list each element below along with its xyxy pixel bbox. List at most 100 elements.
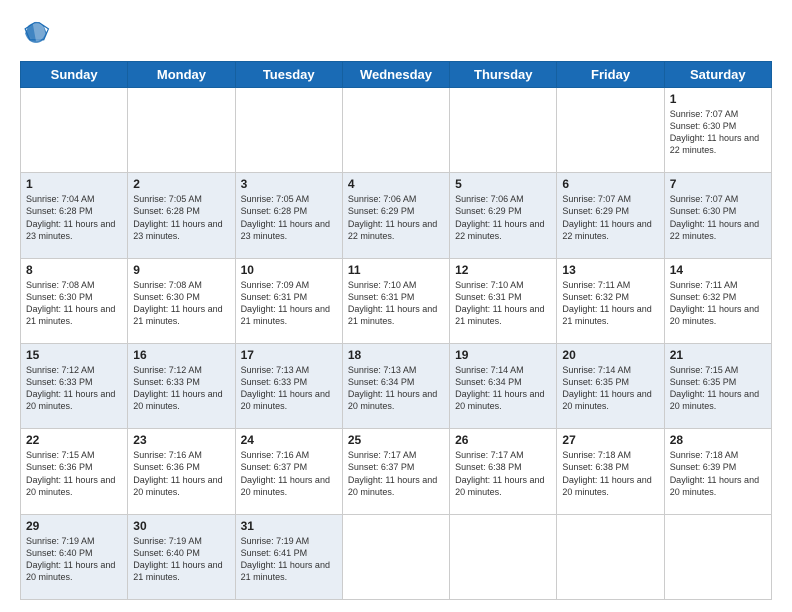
calendar-cell: [557, 88, 664, 173]
day-number: 23: [133, 433, 229, 447]
calendar-cell: 25 Sunrise: 7:17 AMSunset: 6:37 PMDaylig…: [342, 429, 449, 514]
calendar-cell: 8 Sunrise: 7:08 AMSunset: 6:30 PMDayligh…: [21, 258, 128, 343]
day-info: Sunrise: 7:18 AMSunset: 6:38 PMDaylight:…: [562, 449, 658, 498]
day-info: Sunrise: 7:17 AMSunset: 6:37 PMDaylight:…: [348, 449, 444, 498]
day-number: 27: [562, 433, 658, 447]
calendar-cell: 1 Sunrise: 7:07 AMSunset: 6:30 PMDayligh…: [664, 88, 771, 173]
calendar-cell: 5 Sunrise: 7:06 AMSunset: 6:29 PMDayligh…: [450, 173, 557, 258]
calendar-cell: 9 Sunrise: 7:08 AMSunset: 6:30 PMDayligh…: [128, 258, 235, 343]
day-number: 25: [348, 433, 444, 447]
calendar-cell: [664, 514, 771, 599]
day-info: Sunrise: 7:11 AMSunset: 6:32 PMDaylight:…: [562, 279, 658, 328]
day-number: 28: [670, 433, 766, 447]
calendar-cell: 30 Sunrise: 7:19 AMSunset: 6:40 PMDaylig…: [128, 514, 235, 599]
day-info: Sunrise: 7:14 AMSunset: 6:35 PMDaylight:…: [562, 364, 658, 413]
day-number: 1: [26, 177, 122, 191]
calendar-cell: 13 Sunrise: 7:11 AMSunset: 6:32 PMDaylig…: [557, 258, 664, 343]
calendar-cell: 2 Sunrise: 7:05 AMSunset: 6:28 PMDayligh…: [128, 173, 235, 258]
day-number: 10: [241, 263, 337, 277]
day-number: 26: [455, 433, 551, 447]
calendar-cell: [557, 514, 664, 599]
day-info: Sunrise: 7:10 AMSunset: 6:31 PMDaylight:…: [348, 279, 444, 328]
calendar-cell: [235, 88, 342, 173]
day-info: Sunrise: 7:18 AMSunset: 6:39 PMDaylight:…: [670, 449, 766, 498]
calendar-cell: 7 Sunrise: 7:07 AMSunset: 6:30 PMDayligh…: [664, 173, 771, 258]
calendar-cell: [128, 88, 235, 173]
day-info: Sunrise: 7:15 AMSunset: 6:36 PMDaylight:…: [26, 449, 122, 498]
day-info: Sunrise: 7:16 AMSunset: 6:36 PMDaylight:…: [133, 449, 229, 498]
calendar-cell: 31 Sunrise: 7:19 AMSunset: 6:41 PMDaylig…: [235, 514, 342, 599]
day-number: 8: [26, 263, 122, 277]
day-info: Sunrise: 7:04 AMSunset: 6:28 PMDaylight:…: [26, 193, 122, 242]
calendar-cell: 17 Sunrise: 7:13 AMSunset: 6:33 PMDaylig…: [235, 343, 342, 428]
day-number: 1: [670, 92, 766, 106]
calendar-cell: 4 Sunrise: 7:06 AMSunset: 6:29 PMDayligh…: [342, 173, 449, 258]
weekday-header: Thursday: [450, 62, 557, 88]
day-info: Sunrise: 7:06 AMSunset: 6:29 PMDaylight:…: [455, 193, 551, 242]
day-number: 9: [133, 263, 229, 277]
calendar-cell: 22 Sunrise: 7:15 AMSunset: 6:36 PMDaylig…: [21, 429, 128, 514]
header: [20, 18, 772, 51]
day-info: Sunrise: 7:05 AMSunset: 6:28 PMDaylight:…: [133, 193, 229, 242]
day-info: Sunrise: 7:11 AMSunset: 6:32 PMDaylight:…: [670, 279, 766, 328]
calendar-cell: 12 Sunrise: 7:10 AMSunset: 6:31 PMDaylig…: [450, 258, 557, 343]
day-number: 18: [348, 348, 444, 362]
day-number: 19: [455, 348, 551, 362]
calendar-table: SundayMondayTuesdayWednesdayThursdayFrid…: [20, 61, 772, 600]
day-number: 20: [562, 348, 658, 362]
day-info: Sunrise: 7:07 AMSunset: 6:29 PMDaylight:…: [562, 193, 658, 242]
day-number: 17: [241, 348, 337, 362]
calendar-cell: 24 Sunrise: 7:16 AMSunset: 6:37 PMDaylig…: [235, 429, 342, 514]
weekday-header: Saturday: [664, 62, 771, 88]
day-info: Sunrise: 7:14 AMSunset: 6:34 PMDaylight:…: [455, 364, 551, 413]
calendar-cell: 6 Sunrise: 7:07 AMSunset: 6:29 PMDayligh…: [557, 173, 664, 258]
day-info: Sunrise: 7:15 AMSunset: 6:35 PMDaylight:…: [670, 364, 766, 413]
day-info: Sunrise: 7:10 AMSunset: 6:31 PMDaylight:…: [455, 279, 551, 328]
day-number: 21: [670, 348, 766, 362]
calendar-cell: 14 Sunrise: 7:11 AMSunset: 6:32 PMDaylig…: [664, 258, 771, 343]
day-number: 11: [348, 263, 444, 277]
day-info: Sunrise: 7:06 AMSunset: 6:29 PMDaylight:…: [348, 193, 444, 242]
day-number: 14: [670, 263, 766, 277]
calendar-cell: 3 Sunrise: 7:05 AMSunset: 6:28 PMDayligh…: [235, 173, 342, 258]
day-info: Sunrise: 7:16 AMSunset: 6:37 PMDaylight:…: [241, 449, 337, 498]
day-number: 13: [562, 263, 658, 277]
calendar-cell: 27 Sunrise: 7:18 AMSunset: 6:38 PMDaylig…: [557, 429, 664, 514]
day-info: Sunrise: 7:12 AMSunset: 6:33 PMDaylight:…: [133, 364, 229, 413]
calendar-cell: 1 Sunrise: 7:04 AMSunset: 6:28 PMDayligh…: [21, 173, 128, 258]
day-number: 29: [26, 519, 122, 533]
calendar-cell: 21 Sunrise: 7:15 AMSunset: 6:35 PMDaylig…: [664, 343, 771, 428]
day-number: 3: [241, 177, 337, 191]
day-number: 15: [26, 348, 122, 362]
day-number: 24: [241, 433, 337, 447]
day-number: 4: [348, 177, 444, 191]
day-info: Sunrise: 7:12 AMSunset: 6:33 PMDaylight:…: [26, 364, 122, 413]
calendar-cell: 29 Sunrise: 7:19 AMSunset: 6:40 PMDaylig…: [21, 514, 128, 599]
weekday-header: Friday: [557, 62, 664, 88]
day-info: Sunrise: 7:09 AMSunset: 6:31 PMDaylight:…: [241, 279, 337, 328]
calendar-cell: 18 Sunrise: 7:13 AMSunset: 6:34 PMDaylig…: [342, 343, 449, 428]
weekday-header: Monday: [128, 62, 235, 88]
day-number: 16: [133, 348, 229, 362]
calendar-cell: 10 Sunrise: 7:09 AMSunset: 6:31 PMDaylig…: [235, 258, 342, 343]
day-info: Sunrise: 7:05 AMSunset: 6:28 PMDaylight:…: [241, 193, 337, 242]
day-info: Sunrise: 7:07 AMSunset: 6:30 PMDaylight:…: [670, 193, 766, 242]
day-info: Sunrise: 7:08 AMSunset: 6:30 PMDaylight:…: [26, 279, 122, 328]
calendar-cell: 19 Sunrise: 7:14 AMSunset: 6:34 PMDaylig…: [450, 343, 557, 428]
calendar-cell: 15 Sunrise: 7:12 AMSunset: 6:33 PMDaylig…: [21, 343, 128, 428]
day-info: Sunrise: 7:17 AMSunset: 6:38 PMDaylight:…: [455, 449, 551, 498]
logo-icon: [22, 18, 50, 46]
weekday-header: Tuesday: [235, 62, 342, 88]
day-info: Sunrise: 7:19 AMSunset: 6:40 PMDaylight:…: [133, 535, 229, 584]
weekday-header: Wednesday: [342, 62, 449, 88]
weekday-header: Sunday: [21, 62, 128, 88]
day-number: 22: [26, 433, 122, 447]
logo: [20, 18, 50, 51]
day-info: Sunrise: 7:13 AMSunset: 6:33 PMDaylight:…: [241, 364, 337, 413]
page: SundayMondayTuesdayWednesdayThursdayFrid…: [0, 0, 792, 612]
day-number: 2: [133, 177, 229, 191]
day-info: Sunrise: 7:08 AMSunset: 6:30 PMDaylight:…: [133, 279, 229, 328]
day-info: Sunrise: 7:19 AMSunset: 6:40 PMDaylight:…: [26, 535, 122, 584]
day-number: 6: [562, 177, 658, 191]
calendar-cell: 23 Sunrise: 7:16 AMSunset: 6:36 PMDaylig…: [128, 429, 235, 514]
